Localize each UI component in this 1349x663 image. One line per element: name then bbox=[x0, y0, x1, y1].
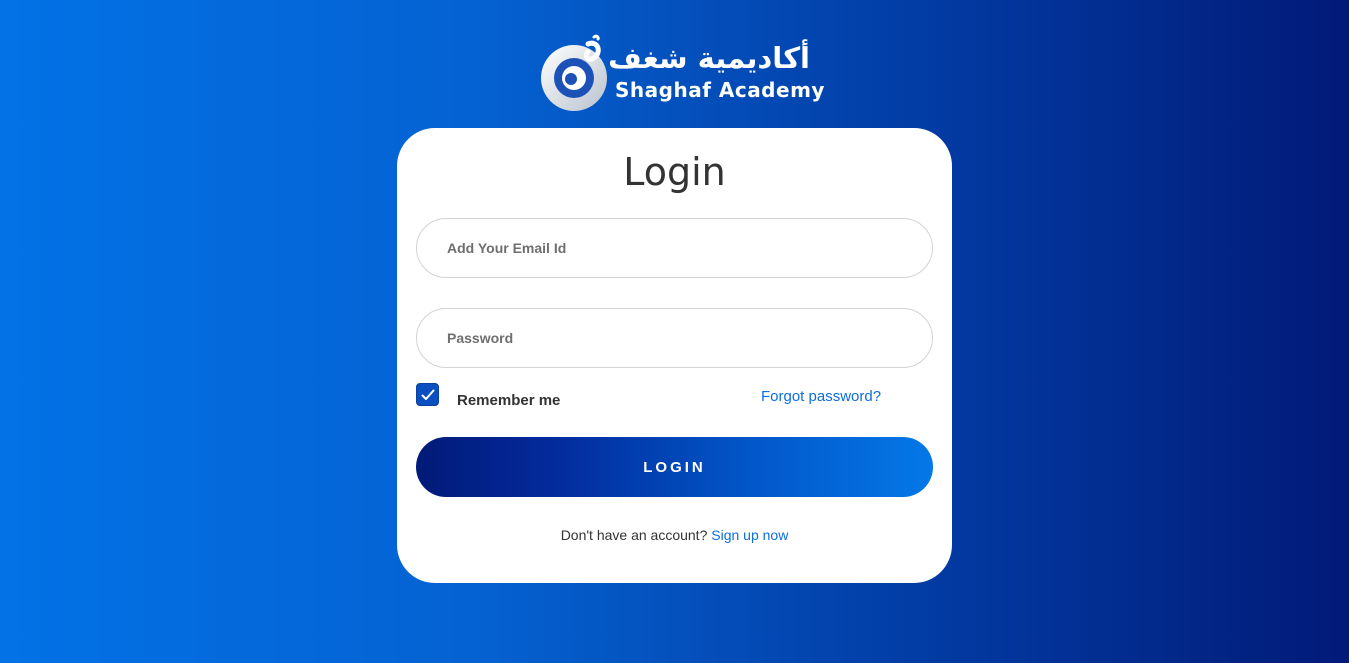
brand-logo: أكاديمية شغف Shaghaf Academy bbox=[538, 34, 824, 114]
signup-link[interactable]: Sign up now bbox=[711, 527, 788, 543]
signup-prompt: Don't have an account? bbox=[560, 527, 708, 543]
brand-arabic-name: أكاديمية شغف bbox=[608, 41, 810, 75]
checkmark-icon bbox=[421, 389, 435, 400]
forgot-password-link[interactable]: Forgot password? bbox=[761, 388, 881, 406]
brand-latin-name: Shaghaf Academy bbox=[615, 78, 825, 102]
shaghaf-logo-icon bbox=[538, 34, 618, 114]
signup-row: Don't have an account? Sign up now bbox=[397, 526, 952, 544]
remember-me-label[interactable]: Remember me bbox=[457, 392, 560, 410]
login-button[interactable]: LOGIN bbox=[416, 437, 933, 497]
password-field[interactable] bbox=[416, 308, 933, 368]
email-field[interactable] bbox=[416, 218, 933, 278]
login-card: Login Remember me Forgot password? LOGIN… bbox=[397, 128, 952, 583]
page-title: Login bbox=[623, 150, 726, 194]
remember-me-checkbox[interactable] bbox=[416, 383, 439, 406]
